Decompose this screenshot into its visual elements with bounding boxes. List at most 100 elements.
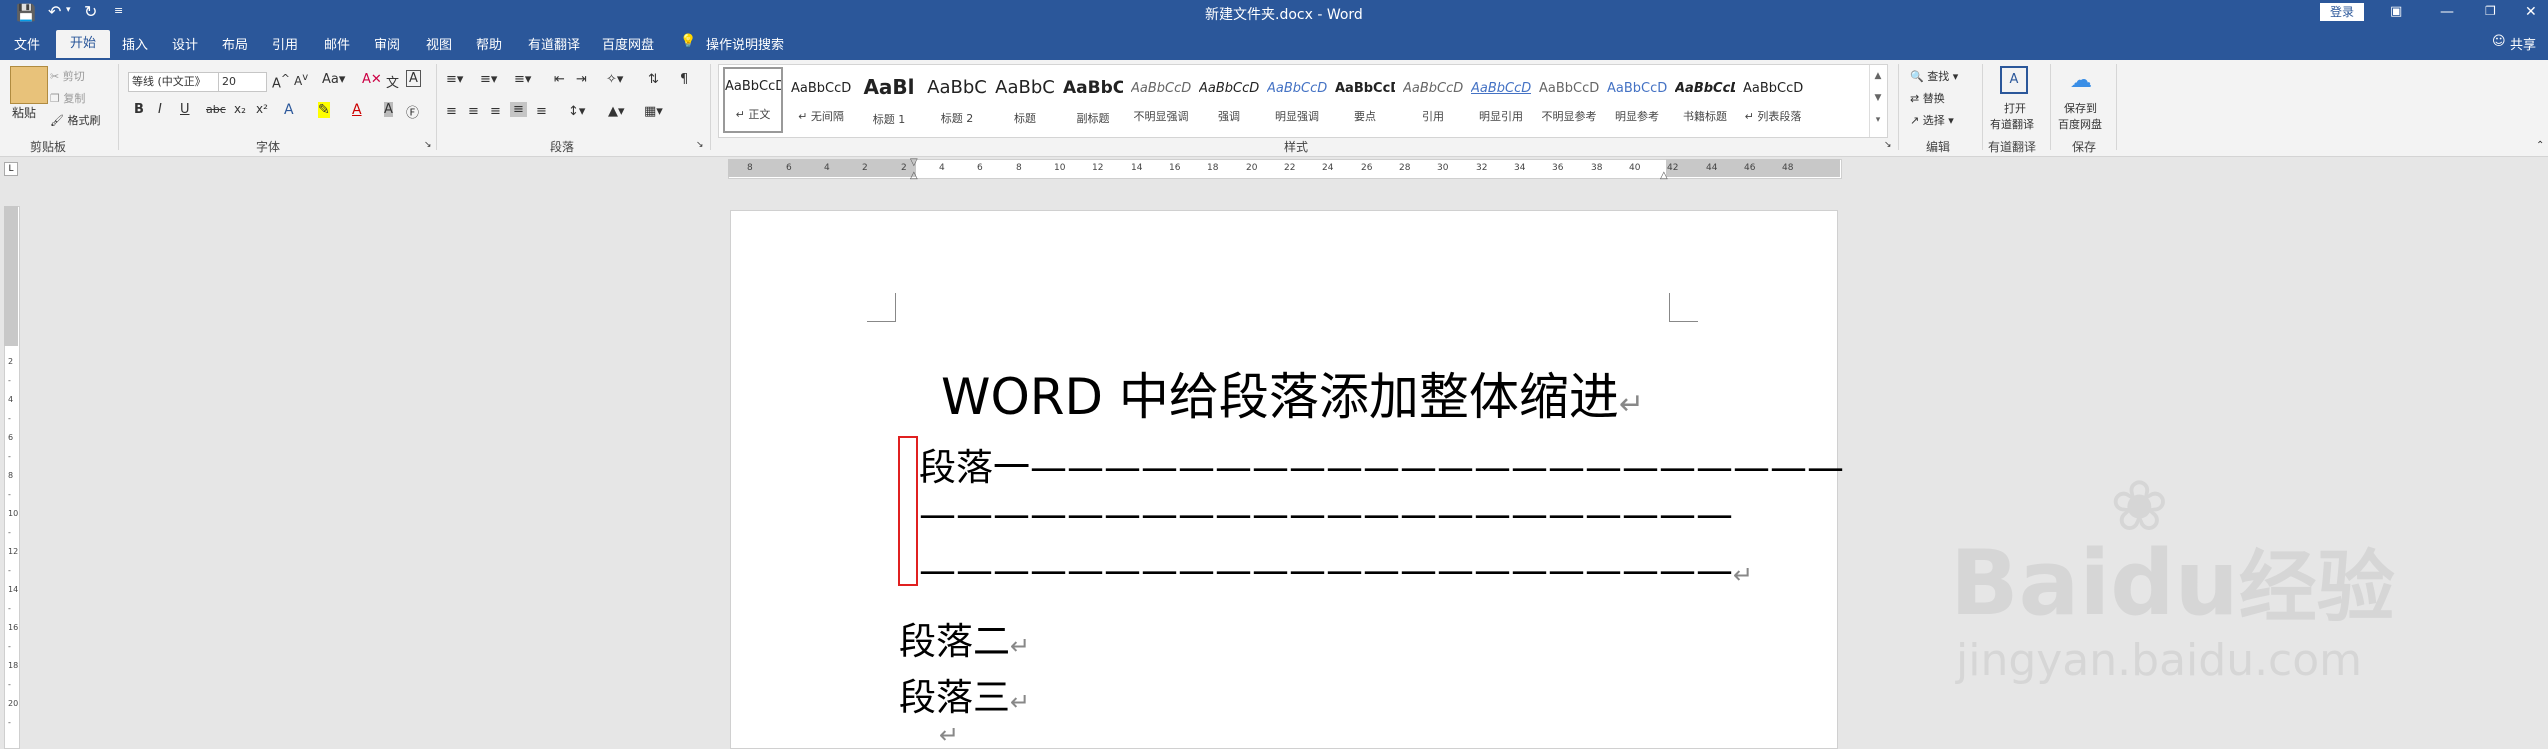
copy-button[interactable]: ❐ 复制 xyxy=(50,90,85,106)
tab-mailings[interactable]: 邮件 xyxy=(324,34,350,53)
strikethrough-button[interactable]: abc xyxy=(206,103,226,116)
bullets-icon[interactable]: ≡▾ xyxy=(446,72,463,87)
font-name-select[interactable]: 等线 (中文正》 xyxy=(128,72,221,92)
save-cloud-label-2[interactable]: 百度网盘 xyxy=(2058,116,2102,132)
style-emphasis[interactable]: AaBbCcD 强调 xyxy=(1199,71,1259,141)
style-subtitle[interactable]: AaBbC 副标题 xyxy=(1063,71,1123,141)
open-translate-label[interactable]: 打开 xyxy=(2004,100,2026,116)
dialog-launcher-icon[interactable]: ↘ xyxy=(424,140,432,150)
find-button[interactable]: 🔍 查找 ▾ xyxy=(1910,68,1958,84)
tab-review[interactable]: 审阅 xyxy=(374,34,400,53)
paragraph-one-line-3[interactable]: ——————————————————————↵ xyxy=(919,549,1753,592)
style-heading-2[interactable]: AaBbC 标题 2 xyxy=(927,71,987,141)
hanging-indent-marker[interactable]: △ xyxy=(910,170,918,181)
highlight-color-icon[interactable]: ✎ xyxy=(318,102,330,118)
undo-icon[interactable]: ↶ xyxy=(48,2,61,21)
character-border-icon[interactable]: A xyxy=(406,70,421,87)
text-effects-icon[interactable]: A xyxy=(284,102,294,118)
restore-icon[interactable]: ❐ xyxy=(2485,4,2496,18)
tab-layout[interactable]: 布局 xyxy=(222,34,248,53)
style-strong[interactable]: AaBbCcD 要点 xyxy=(1335,71,1395,141)
ribbon-display-icon[interactable]: ▣ xyxy=(2390,4,2402,19)
tab-baidu-pan[interactable]: 百度网盘 xyxy=(602,34,654,53)
redo-icon[interactable]: ↻ xyxy=(84,2,97,21)
paragraph-three[interactable]: 段落三↵ xyxy=(899,667,1030,721)
save-icon[interactable]: 💾 xyxy=(16,3,36,22)
tab-references[interactable]: 引用 xyxy=(272,34,298,53)
line-spacing-icon[interactable]: ↕▾ xyxy=(568,104,585,119)
style-no-spacing[interactable]: AaBbCcDı ↵ 无间隔 xyxy=(791,71,851,141)
share-button[interactable]: 共享 xyxy=(2510,34,2536,53)
share-icon[interactable]: ☺ xyxy=(2492,34,2506,49)
style-title[interactable]: AaBbC 标题 xyxy=(995,71,1055,141)
tell-me-search[interactable]: 操作说明搜索 xyxy=(706,34,784,53)
character-shading-icon[interactable]: A xyxy=(384,102,393,117)
style-quote[interactable]: AaBbCcD 引用 xyxy=(1403,71,1463,141)
align-right-icon[interactable]: ≡ xyxy=(490,104,501,119)
format-painter-button[interactable]: 🖌 格式刷 xyxy=(50,112,100,128)
style-intense-quote[interactable]: AaBbCcD 明显引用 xyxy=(1471,71,1531,141)
login-button[interactable]: 登录 xyxy=(2320,3,2365,21)
paragraph-one-line-2[interactable]: —————————————————————— xyxy=(919,493,1733,536)
style-normal[interactable]: AaBbCcDı ↵ 正文 xyxy=(723,67,783,133)
superscript-button[interactable]: x² xyxy=(256,102,268,116)
style-heading-1[interactable]: AaBl 标题 1 xyxy=(859,71,919,141)
grow-font-icon[interactable]: A^ xyxy=(272,72,290,91)
decrease-indent-icon[interactable]: ⇤ xyxy=(554,72,565,87)
cut-button[interactable]: ✂ 剪切 xyxy=(50,68,85,84)
style-book-title[interactable]: AaBbCcD 书籍标题 xyxy=(1675,71,1735,141)
sort-icon[interactable]: ⇅ xyxy=(648,72,659,87)
clear-format-icon[interactable]: A✕ xyxy=(362,72,382,87)
paragraph-two[interactable]: 段落二↵ xyxy=(899,611,1030,665)
document-title[interactable]: WORD 中给段落添加整体缩进↵ xyxy=(941,357,1644,429)
multilevel-list-icon[interactable]: ≡▾ xyxy=(514,72,531,87)
save-cloud-label[interactable]: 保存到 xyxy=(2064,100,2097,116)
justify-icon[interactable]: ≡ xyxy=(510,102,527,117)
minimize-icon[interactable]: — xyxy=(2440,4,2454,20)
style-subtle-reference[interactable]: AaBbCcDı 不明显参考 xyxy=(1539,71,1599,141)
close-icon[interactable]: ✕ xyxy=(2525,4,2537,20)
chevron-down-icon[interactable]: ▾ xyxy=(66,5,71,15)
tab-selector[interactable]: L xyxy=(4,162,18,176)
dialog-launcher-icon[interactable]: ↘ xyxy=(696,140,704,150)
document-page[interactable]: WORD 中给段落添加整体缩进↵ 段落一————————————————————… xyxy=(730,210,1844,749)
align-left-icon[interactable]: ≡ xyxy=(446,104,457,119)
font-size-select[interactable]: 20 xyxy=(218,72,267,92)
first-line-indent-marker[interactable]: ▽ xyxy=(910,157,918,168)
shading-icon[interactable]: ▲▾ xyxy=(608,104,625,119)
style-subtle-emphasis[interactable]: AaBbCcD 不明显强调 xyxy=(1131,71,1191,141)
align-center-icon[interactable]: ≡ xyxy=(468,104,479,119)
style-list-paragraph[interactable]: AaBbCcDı ↵ 列表段落 xyxy=(1743,71,1803,141)
distributed-icon[interactable]: ≡ xyxy=(536,104,547,119)
paste-button[interactable]: 粘贴 xyxy=(12,104,36,121)
tab-help[interactable]: 帮助 xyxy=(476,34,502,53)
shrink-font-icon[interactable]: Av xyxy=(294,72,308,88)
change-case-icon[interactable]: Aa▾ xyxy=(322,72,345,87)
style-intense-reference[interactable]: AaBbCcDı 明显参考 xyxy=(1607,71,1667,141)
dialog-launcher-icon[interactable]: ↘ xyxy=(1884,140,1892,150)
bold-button[interactable]: B xyxy=(134,102,144,117)
right-indent-marker[interactable]: △ xyxy=(1660,170,1668,181)
tab-insert[interactable]: 插入 xyxy=(122,34,148,53)
customize-icon[interactable]: ≡ xyxy=(114,4,123,17)
numbering-icon[interactable]: ≡▾ xyxy=(480,72,497,87)
italic-button[interactable]: I xyxy=(158,102,162,117)
font-color-icon[interactable]: A xyxy=(352,102,362,118)
collapse-ribbon-icon[interactable]: ⌃ xyxy=(2536,140,2544,151)
replace-button[interactable]: ⇄ 替换 xyxy=(1910,90,1945,106)
empty-paragraph-mark[interactable]: ↵ xyxy=(939,721,959,749)
open-translate-label-2[interactable]: 有道翻译 xyxy=(1990,116,2034,132)
tab-design[interactable]: 设计 xyxy=(172,34,198,53)
styles-scroll[interactable]: ▲ ▼ ▾ xyxy=(1869,65,1886,137)
tab-youdao[interactable]: 有道翻译 xyxy=(528,34,580,53)
tab-file[interactable]: 文件 xyxy=(14,34,40,53)
enclose-characters-icon[interactable]: Ⓕ xyxy=(406,102,419,121)
paragraph-one-line-1[interactable]: 段落一—————————————————————— xyxy=(919,437,1844,491)
tab-home[interactable]: 开始 xyxy=(56,30,111,58)
subscript-button[interactable]: x₂ xyxy=(234,102,246,116)
increase-indent-icon[interactable]: ⇥ xyxy=(576,72,587,87)
style-intense-emphasis[interactable]: AaBbCcD 明显强调 xyxy=(1267,71,1327,141)
phonetic-guide-icon[interactable]: 文 xyxy=(386,72,399,91)
tab-view[interactable]: 视图 xyxy=(426,34,452,53)
select-button[interactable]: ↗ 选择 ▾ xyxy=(1910,112,1954,128)
